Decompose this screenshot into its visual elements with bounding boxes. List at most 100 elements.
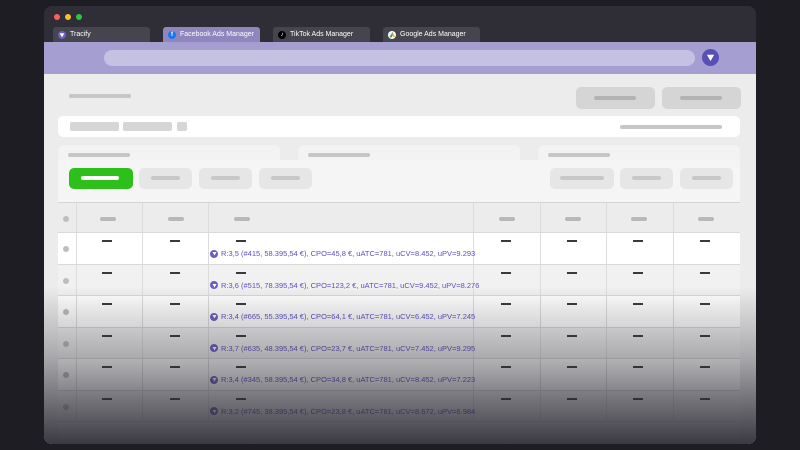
title-bar: Tracify f Facebook Ads Manager ♪ TikTok …: [44, 6, 756, 42]
tracify-attribution: R:3,7 (#635, 48.395,54 €), CPO=23,7 €, u…: [210, 344, 475, 353]
cell-value: [501, 397, 511, 400]
cell-value: [170, 397, 180, 400]
cell-value: [567, 271, 577, 274]
tracify-logo-icon: [210, 375, 218, 384]
cell-value: [501, 366, 511, 368]
date-range-placeholder: [620, 125, 722, 129]
filter-chip[interactable]: [70, 122, 119, 131]
toolbar-button[interactable]: [199, 168, 252, 189]
row-select-checkbox[interactable]: [63, 340, 69, 347]
attribution-metrics: R:3,6 (#515, 78.395,54 €), CPO=123,2 €, …: [221, 280, 480, 290]
tracify-logo-icon: [210, 344, 218, 352]
cell-value: [700, 366, 710, 368]
cell-value: [633, 271, 643, 274]
filter-chip-small[interactable]: [177, 122, 187, 131]
attribution-metrics: R:3,7 (#635, 48.395,54 €), CPO=23,7 €, u…: [221, 343, 476, 353]
cell-value: [170, 366, 180, 368]
tracify-logo-icon: [58, 30, 66, 39]
row-select-checkbox[interactable]: [63, 372, 69, 378]
cell-value: [633, 303, 643, 305]
cell-value: [501, 240, 511, 242]
column-header[interactable]: [100, 217, 116, 221]
column-header[interactable]: [565, 217, 581, 221]
cell-value: [700, 240, 710, 242]
column-header[interactable]: [631, 217, 647, 221]
tab-tiktok-ads-manager[interactable]: ♪ TikTok Ads Manager: [273, 27, 370, 42]
cell-value: [102, 334, 112, 337]
cell-value: [236, 303, 246, 305]
tracify-attribution: R:3,6 (#515, 78.395,54 €), CPO=123,2 €, …: [210, 281, 479, 290]
toolbar-button[interactable]: [550, 168, 614, 189]
tab-label: Facebook Ads Manager: [180, 31, 254, 38]
attribution-metrics: R:3,4 (#345, 58.395,54 €), CPO=34,8 €, u…: [221, 375, 476, 384]
attribution-metrics: R:3,2 (#745, 38.395,54 €), CPO=23,8 €, u…: [221, 406, 476, 416]
tracify-logo-icon: [210, 249, 218, 258]
cell-value: [633, 397, 643, 400]
google-ads-icon: [388, 30, 396, 39]
column-header[interactable]: [499, 217, 515, 221]
toolbar-button[interactable]: [620, 168, 673, 189]
attribution-metrics: R:3,5 (#415, 58.395,54 €), CPO=45,8 €, u…: [221, 249, 476, 258]
close-window-button[interactable]: [54, 14, 60, 20]
cell-value: [102, 303, 112, 305]
table-row[interactable]: R:3,6 (#515, 78.395,54 €), CPO=123,2 €, …: [58, 264, 740, 296]
cell-value: [567, 366, 577, 368]
cell-value: [102, 366, 112, 368]
toolbar-button[interactable]: [139, 168, 192, 189]
cell-value: [236, 397, 246, 400]
tracify-extension-button[interactable]: [702, 49, 719, 66]
cell-value: [170, 240, 180, 242]
cell-value: [633, 240, 643, 242]
select-all-checkbox[interactable]: [63, 216, 69, 222]
cell-value: [501, 303, 511, 305]
column-header[interactable]: [698, 217, 714, 221]
cell-value: [236, 334, 246, 337]
filter-bar[interactable]: [58, 116, 740, 137]
row-select-checkbox[interactable]: [63, 277, 69, 284]
table-row[interactable]: R:3,7 (#635, 48.395,54 €), CPO=23,7 €, u…: [58, 327, 740, 359]
cell-value: [102, 240, 112, 242]
tab-facebook-ads-manager[interactable]: f Facebook Ads Manager: [163, 27, 260, 42]
cell-value: [633, 334, 643, 337]
tracify-logo-icon: [210, 407, 218, 415]
row-select-checkbox[interactable]: [63, 246, 69, 252]
row-select-checkbox[interactable]: [63, 309, 69, 315]
filter-chip[interactable]: [123, 122, 172, 131]
cell-value: [170, 303, 180, 305]
tab-google-ads-manager[interactable]: Google Ads Manager: [383, 27, 480, 42]
tracify-attribution: R:3,5 (#415, 58.395,54 €), CPO=45,8 €, u…: [210, 249, 475, 258]
toolbar-button[interactable]: [259, 168, 312, 189]
table-row[interactable]: R:3,5 (#415, 58.395,54 €), CPO=45,8 €, u…: [58, 233, 740, 265]
cell-value: [700, 397, 710, 400]
cell-value: [102, 397, 112, 400]
maximize-window-button[interactable]: [76, 14, 82, 20]
toolbar-button[interactable]: [680, 168, 733, 189]
tab-tracify[interactable]: Tracify: [53, 27, 150, 42]
table-row[interactable]: R:3,2 (#745, 38.395,54 €), CPO=23,8 €, u…: [58, 390, 740, 422]
tracify-attribution: R:3,4 (#345, 58.395,54 €), CPO=34,8 €, u…: [210, 375, 475, 384]
tracify-logo-icon: [210, 281, 218, 289]
attribution-metrics: R:3,4 (#665, 55.395,54 €), CPO=64,1 €, u…: [221, 312, 476, 321]
column-header[interactable]: [234, 217, 250, 221]
cell-value: [700, 271, 710, 274]
header-action-button[interactable]: [662, 87, 741, 109]
cell-value: [170, 334, 180, 337]
create-button[interactable]: [69, 168, 133, 189]
tiktok-icon: ♪: [278, 30, 286, 39]
tracify-logo-icon: [210, 312, 218, 321]
cell-value: [633, 366, 643, 368]
cell-value: [567, 303, 577, 305]
column-header[interactable]: [168, 217, 184, 221]
table-row[interactable]: R:3,4 (#665, 55.395,54 €), CPO=64,1 €, u…: [58, 296, 740, 328]
header-action-button[interactable]: [576, 87, 655, 109]
table-row[interactable]: R:3,4 (#345, 58.395,54 €), CPO=34,8 €, u…: [58, 359, 740, 391]
cell-value: [567, 240, 577, 242]
row-select-checkbox[interactable]: [63, 403, 69, 410]
page-title-placeholder: [69, 94, 131, 98]
address-bar[interactable]: [104, 50, 695, 66]
cell-value: [236, 271, 246, 274]
table-header-row: [58, 202, 740, 233]
cell-value: [700, 334, 710, 337]
minimize-window-button[interactable]: [65, 14, 71, 20]
tracify-attribution: R:3,4 (#665, 55.395,54 €), CPO=64,1 €, u…: [210, 312, 475, 321]
